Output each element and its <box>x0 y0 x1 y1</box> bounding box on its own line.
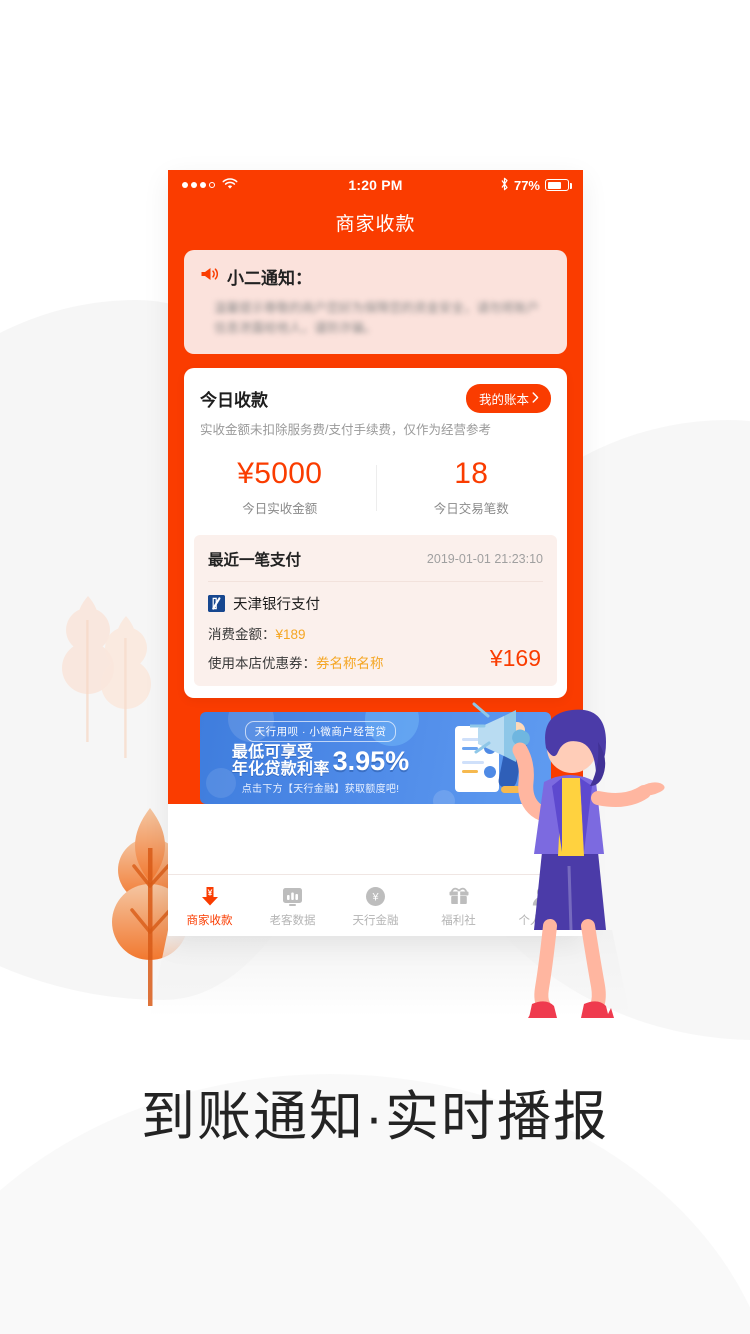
banner-cta-text: 点击下方【天行金融】获取额度吧! <box>241 784 400 795</box>
stat-today-count-value: 18 <box>454 457 489 490</box>
today-income-card: 今日收款 我的账本 实收金额未扣除服务费/支付手续费，仅作为经营参考 ¥5000… <box>184 368 567 698</box>
consume-amount-label: 消费金额： <box>208 627 276 642</box>
notice-header: 小二通知： <box>200 264 551 289</box>
stat-today-amount-value: ¥5000 <box>237 457 323 490</box>
banner-headline-lines: 最低可享受 年化贷款利率 <box>232 744 330 778</box>
tab-customer-data[interactable]: 老客数据 <box>251 883 334 928</box>
bar-chart-icon <box>251 883 334 909</box>
notice-title: 小二通知： <box>227 269 312 288</box>
today-income-subtitle: 实收金额未扣除服务费/支付手续费，仅作为经营参考 <box>200 423 491 437</box>
stat-today-count: 18 今日交易笔数 <box>375 457 568 517</box>
battery-icon <box>545 179 572 191</box>
decorative-leaf-pale-1 <box>58 590 128 750</box>
svg-text:¥: ¥ <box>207 888 212 898</box>
banner-headline-line1: 最低可享受 <box>231 744 314 761</box>
banner-rate-value: 3.95% <box>332 746 410 776</box>
notice-card[interactable]: 小二通知： 温馨提示尊敬的商户您好为保障您的资金安全，请勿将账户信息泄露给他人，… <box>184 250 567 354</box>
recent-payment-body: 天津银行支付 消费金额：¥189 使用本店优惠券：券名称名称 ¥169 <box>208 582 543 672</box>
today-income-stats: ¥5000 今日实收金额 18 今日交易笔数 <box>184 451 567 535</box>
tab-merchant-receipts[interactable]: ¥ 商家收款 <box>168 883 251 928</box>
my-ledger-label: 我的账本 <box>478 393 529 407</box>
tab-tianxing-finance[interactable]: ¥ 天行金融 <box>334 883 417 928</box>
tab-label-tianxing-finance: 天行金融 <box>352 915 399 927</box>
bank-name-label: 天津银行支付 <box>233 597 320 613</box>
decorative-leaf-pale-2 <box>96 608 166 768</box>
tab-label-merchant-receipts: 商家收款 <box>186 915 233 927</box>
consume-amount-value: ¥189 <box>275 627 306 642</box>
today-income-title: 今日收款 <box>200 391 268 410</box>
recent-payment-time: 2019-01-01 21:23:10 <box>426 552 543 566</box>
coupon-label: 使用本店优惠券： <box>208 656 316 671</box>
marketing-headline: 到账通知·实时播报 <box>141 1087 609 1147</box>
bank-row: 天津银行支付 <box>208 593 543 614</box>
banner-tag: 天行用呗 · 小微商户经营贷 <box>244 721 397 742</box>
megaphone-icon <box>200 266 219 287</box>
chevron-right-icon <box>532 391 539 406</box>
banner-headline-row: 最低可享受 年化贷款利率 3.95% <box>232 744 409 778</box>
app-header: 商家收款 <box>168 200 583 244</box>
status-bar-time: 1:20 PM <box>348 177 403 193</box>
tab-label-customer-data: 老客数据 <box>269 915 316 927</box>
page-title: 商家收款 <box>335 213 416 235</box>
stat-today-amount-label: 今日实收金额 <box>242 502 318 516</box>
yuan-circle-icon: ¥ <box>334 883 417 909</box>
banner-headline-line2: 年化贷款利率 <box>231 761 330 778</box>
notice-body-text: 温馨提示尊敬的商户您好为保障您的资金安全，请勿将账户信息泄露给他人，谨防诈骗。 <box>214 301 540 335</box>
svg-text:¥: ¥ <box>371 891 379 903</box>
recent-payment-net-amount: ¥169 <box>489 645 541 671</box>
recent-payment-block[interactable]: 最近一笔支付 2019-01-01 21:23:10 天津银行支付 消费金额：¥… <box>194 535 557 686</box>
today-income-title-row: 今日收款 我的账本 <box>200 384 551 413</box>
woman-megaphone-illustration <box>468 686 710 1026</box>
coupon-value: 券名称名称 <box>316 656 384 671</box>
stat-today-count-label: 今日交易笔数 <box>433 502 509 516</box>
recent-payment-header: 最近一笔支付 2019-01-01 21:23:10 <box>208 548 543 582</box>
tianjin-bank-logo-icon <box>208 595 225 612</box>
today-income-header: 今日收款 我的账本 实收金额未扣除服务费/支付手续费，仅作为经营参考 <box>184 368 567 451</box>
receive-money-arrow-icon: ¥ <box>168 883 251 909</box>
consume-amount-line: 消费金额：¥189 <box>208 623 543 643</box>
my-ledger-button[interactable]: 我的账本 <box>465 384 551 413</box>
stat-today-amount: ¥5000 今日实收金额 <box>184 457 376 517</box>
status-bar: 1:20 PM 77% <box>168 170 583 200</box>
recent-payment-title: 最近一笔支付 <box>208 552 302 569</box>
